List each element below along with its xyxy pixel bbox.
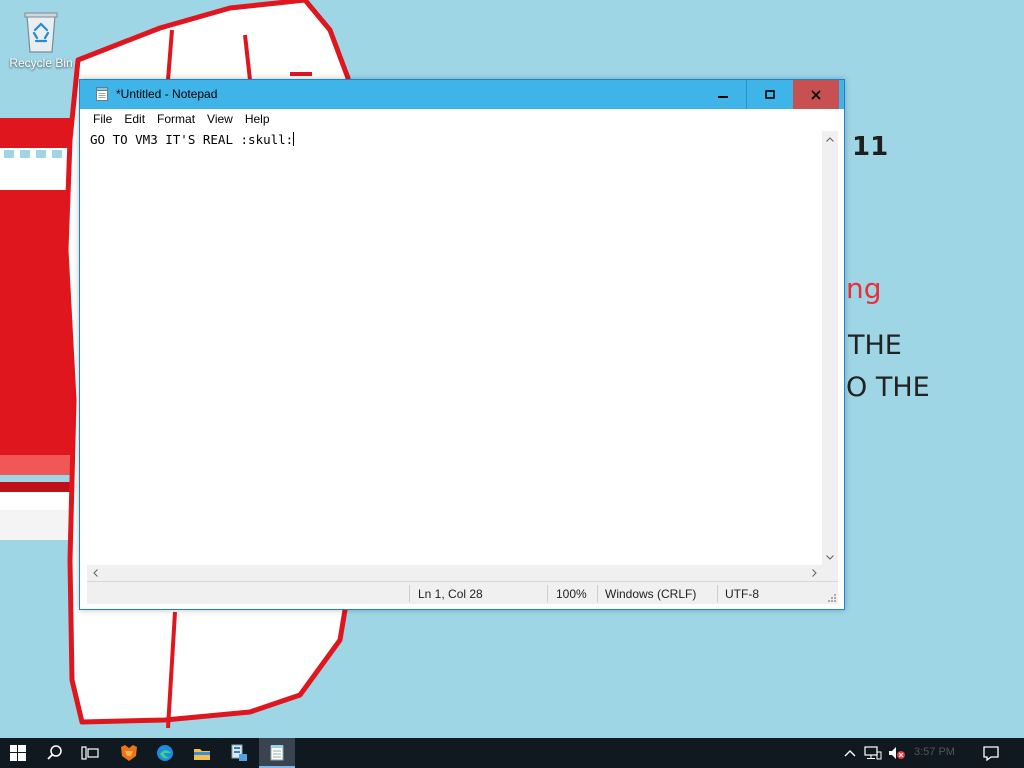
- chevron-left-icon: [92, 569, 98, 577]
- status-zoom: 100%: [556, 587, 587, 601]
- firefox-taskbar-button[interactable]: [111, 738, 147, 768]
- wallpaper-text-4: O THE: [846, 372, 930, 403]
- close-icon: [811, 89, 821, 100]
- server-manager-taskbar-button[interactable]: [221, 738, 257, 768]
- action-center-button[interactable]: [978, 738, 1004, 768]
- recycle-bin-shortcut[interactable]: Recycle Bin: [6, 8, 76, 70]
- scroll-left-button[interactable]: [87, 565, 103, 581]
- scrollbar-corner: [822, 565, 838, 581]
- menu-edit[interactable]: Edit: [118, 109, 151, 126]
- text-editor[interactable]: GO TO VM3 IT'S REAL :skull:: [87, 131, 822, 565]
- maximize-button[interactable]: [746, 80, 794, 109]
- task-view-icon: [81, 746, 99, 760]
- resize-grip-icon[interactable]: [828, 594, 836, 602]
- scroll-down-button[interactable]: [822, 549, 838, 565]
- status-divider: [717, 585, 718, 602]
- chevron-down-icon: [826, 554, 834, 560]
- wallpaper-text-3: THE: [848, 330, 902, 361]
- notepad-taskbar-button[interactable]: [259, 738, 295, 768]
- notepad-app-icon: [96, 87, 108, 101]
- chevron-up-icon: [826, 136, 834, 142]
- status-divider: [597, 585, 598, 602]
- notepad-window[interactable]: *Untitled - Notepad File Edit Format View He…: [79, 79, 845, 610]
- menu-view[interactable]: View: [201, 109, 239, 126]
- status-cursor-position: Ln 1, Col 28: [418, 587, 483, 601]
- notification-icon: [983, 745, 999, 761]
- text-caret: [293, 132, 295, 146]
- horizontal-scrollbar[interactable]: [87, 565, 822, 581]
- taskbar: 3:57 PM: [0, 738, 1024, 768]
- start-button[interactable]: [0, 738, 36, 768]
- volume-muted-icon: [889, 747, 905, 759]
- show-hidden-icons-button[interactable]: [840, 738, 860, 768]
- taskbar-clock[interactable]: 3:57 PM: [914, 746, 955, 758]
- edge-icon: [157, 745, 173, 761]
- server-manager-icon: [231, 744, 247, 761]
- scroll-right-button[interactable]: [806, 565, 822, 581]
- network-icon: [864, 746, 882, 760]
- window-title: *Untitled - Notepad: [116, 87, 218, 101]
- menu-help[interactable]: Help: [239, 109, 276, 126]
- volume-tray-button[interactable]: [886, 738, 908, 768]
- minimize-icon: [718, 95, 728, 98]
- status-divider: [547, 585, 548, 602]
- file-explorer-icon: [194, 748, 210, 760]
- task-view-button[interactable]: [72, 738, 108, 768]
- firefox-icon: [121, 745, 137, 761]
- menu-bar: File Edit Format View Help: [80, 109, 844, 129]
- network-tray-button[interactable]: [862, 738, 884, 768]
- menu-format[interactable]: Format: [151, 109, 201, 126]
- close-button[interactable]: [793, 80, 839, 109]
- search-button[interactable]: [37, 738, 73, 768]
- vertical-scrollbar[interactable]: [822, 131, 838, 565]
- minimize-button[interactable]: [700, 80, 746, 109]
- status-bar: Ln 1, Col 28 100% Windows (CRLF) UTF-8: [87, 581, 838, 604]
- title-bar[interactable]: *Untitled - Notepad: [80, 80, 844, 109]
- windows-start-icon: [10, 745, 26, 761]
- search-icon: [47, 745, 62, 760]
- notepad-icon: [270, 744, 284, 760]
- status-line-ending: Windows (CRLF): [605, 587, 697, 601]
- scroll-up-button[interactable]: [822, 131, 838, 147]
- edge-taskbar-button[interactable]: [147, 738, 183, 768]
- maximize-icon: [765, 89, 775, 99]
- recycle-bin-label: Recycle Bin: [9, 56, 73, 70]
- file-explorer-taskbar-button[interactable]: [184, 738, 220, 768]
- wallpaper-text-1: 11: [852, 132, 889, 162]
- wallpaper-text-2: ng: [846, 272, 882, 305]
- chevron-right-icon: [811, 569, 817, 577]
- status-divider: [409, 585, 410, 602]
- recycle-bin-icon: [21, 8, 61, 54]
- chevron-up-icon: [844, 750, 856, 757]
- editor-content: GO TO VM3 IT'S REAL :skull:: [90, 132, 294, 147]
- menu-file[interactable]: File: [87, 109, 118, 126]
- status-encoding: UTF-8: [725, 587, 759, 601]
